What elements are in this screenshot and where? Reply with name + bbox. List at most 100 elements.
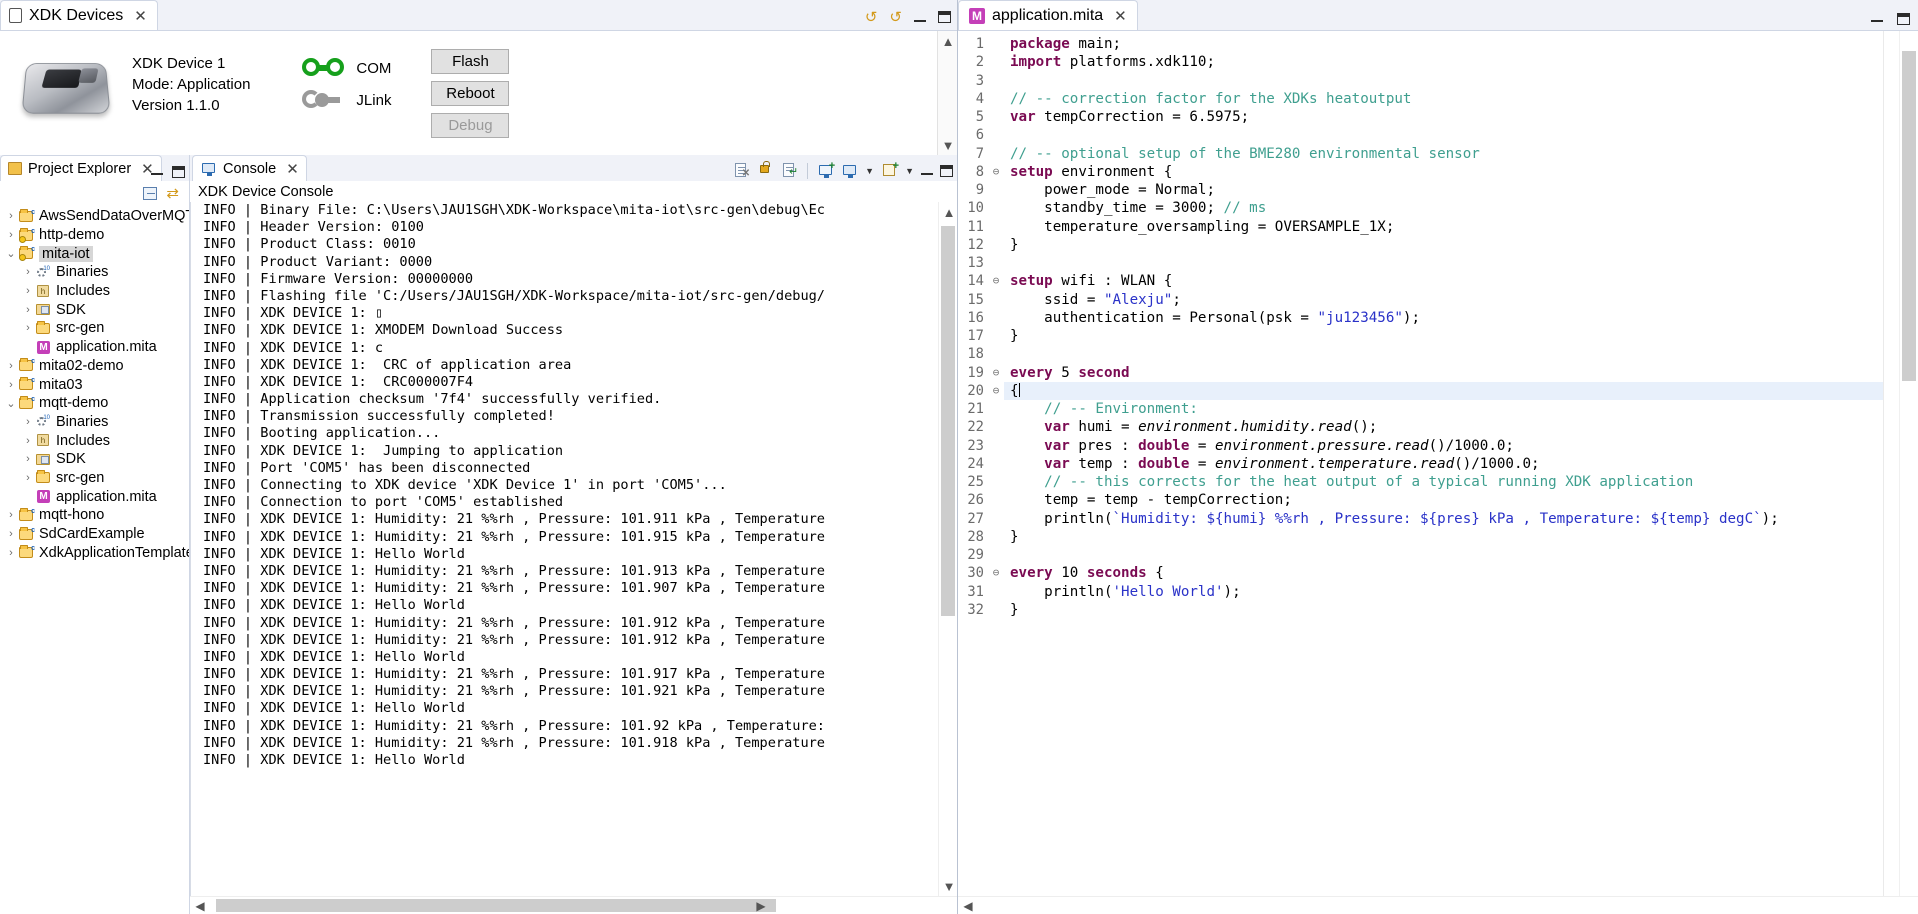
tree-expand-arrow[interactable]: › bbox=[21, 435, 35, 447]
tree-item-src-gen[interactable]: › src-gen bbox=[0, 319, 189, 338]
code-line[interactable] bbox=[1004, 72, 1883, 90]
tree-item-mqtt-hono[interactable]: › c mqtt-hono bbox=[0, 506, 189, 525]
tree-item-http-demo[interactable]: › c http-demo bbox=[0, 226, 189, 245]
tree-item-application-mita[interactable]: Mapplication.mita bbox=[0, 487, 189, 506]
code-line[interactable]: package main; bbox=[1004, 35, 1883, 53]
code-line[interactable]: every 10 seconds { bbox=[1004, 564, 1883, 582]
tree-expand-arrow[interactable]: › bbox=[4, 547, 18, 559]
folding-gutter[interactable]: ⊖ ⊖ ⊖ ⊖ ⊖ bbox=[988, 31, 1004, 896]
code-line[interactable] bbox=[1004, 126, 1883, 144]
open-console-icon[interactable] bbox=[841, 162, 858, 179]
tab-application-mita[interactable]: M application.mita ✕ bbox=[958, 0, 1138, 30]
scroll-up-icon[interactable]: ▲ bbox=[939, 202, 957, 222]
code-line[interactable]: import platforms.xdk110; bbox=[1004, 53, 1883, 71]
code-line[interactable]: var tempCorrection = 6.5975; bbox=[1004, 108, 1883, 126]
code-line[interactable] bbox=[1004, 254, 1883, 272]
maximize-icon[interactable] bbox=[172, 166, 185, 178]
code-line[interactable]: temperature_oversampling = OVERSAMPLE_1X… bbox=[1004, 218, 1883, 236]
tree-item-binaries[interactable]: › 10 Binaries bbox=[0, 413, 189, 432]
code-line[interactable]: // -- Environment: bbox=[1004, 400, 1883, 418]
refresh-devices-icon[interactable]: ↺ bbox=[865, 8, 878, 26]
tree-item-mqtt-demo[interactable]: ⌄ c mqtt-demo bbox=[0, 394, 189, 413]
chevron-down-icon-2[interactable]: ▼ bbox=[905, 166, 914, 176]
console-lines[interactable]: INFO | Binary File: C:\Users\JAU1SGH\XDK… bbox=[191, 202, 957, 769]
close-icon[interactable]: ✕ bbox=[134, 7, 147, 25]
code-line[interactable]: var temp : double = environment.temperat… bbox=[1004, 455, 1883, 473]
link-with-editor-icon[interactable]: ⇄ bbox=[166, 186, 179, 201]
tree-item-sdk[interactable]: › SDK bbox=[0, 450, 189, 469]
tree-item-awssenddataovermqtt[interactable]: › c AwsSendDataOverMQTT bbox=[0, 207, 189, 226]
editor-vertical-scrollbar[interactable] bbox=[1899, 31, 1918, 896]
tree-expand-arrow[interactable]: › bbox=[21, 266, 35, 278]
scroll-up-icon[interactable]: ▲ bbox=[938, 31, 958, 51]
tree-expand-arrow[interactable]: › bbox=[4, 210, 18, 222]
display-selected-console-icon[interactable]: + bbox=[817, 160, 835, 179]
xdk-view-scrollbar[interactable]: ▲ ▼ bbox=[937, 31, 957, 155]
tree-expand-arrow[interactable]: › bbox=[4, 229, 18, 241]
code-line[interactable]: { bbox=[1004, 381, 1883, 400]
tree-expand-arrow[interactable]: › bbox=[21, 416, 35, 428]
tree-item-src-gen[interactable]: › src-gen bbox=[0, 469, 189, 488]
pin-console-icon[interactable]: ↵ bbox=[781, 162, 798, 179]
code-line[interactable]: // -- this corrects for the heat output … bbox=[1004, 473, 1883, 491]
tree-item-sdk[interactable]: › SDK bbox=[0, 300, 189, 319]
code-line[interactable]: } bbox=[1004, 236, 1883, 254]
scroll-left-icon[interactable]: ◀ bbox=[190, 899, 210, 913]
code-line[interactable]: } bbox=[1004, 327, 1883, 345]
overview-ruler[interactable] bbox=[1883, 31, 1899, 896]
tree-item-application-mita[interactable]: Mapplication.mita bbox=[0, 338, 189, 357]
tree-item-mita03[interactable]: › c mita03 bbox=[0, 375, 189, 394]
tree-item-sdcardexample[interactable]: › c SdCardExample bbox=[0, 525, 189, 544]
tree-item-mita02-demo[interactable]: › c mita02-demo bbox=[0, 357, 189, 376]
code-line[interactable]: ssid = "Alexju"; bbox=[1004, 291, 1883, 309]
scroll-right-icon[interactable]: ▶ bbox=[751, 899, 771, 913]
tree-expand-arrow[interactable]: › bbox=[21, 304, 35, 316]
tree-expand-arrow[interactable]: › bbox=[21, 472, 35, 484]
code-line[interactable]: standby_time = 3000; // ms bbox=[1004, 199, 1883, 217]
scroll-left-icon[interactable]: ◀ bbox=[958, 899, 978, 913]
tree-expand-arrow[interactable]: ⌄ bbox=[4, 397, 18, 410]
tree-expand-arrow[interactable]: › bbox=[4, 360, 18, 372]
maximize-icon[interactable] bbox=[1897, 13, 1910, 25]
code-line[interactable]: println('Hello World'); bbox=[1004, 583, 1883, 601]
collapse-all-icon[interactable] bbox=[143, 186, 158, 200]
close-icon[interactable]: ✕ bbox=[286, 160, 299, 178]
tree-expand-arrow[interactable]: › bbox=[4, 528, 18, 540]
code-line[interactable]: } bbox=[1004, 528, 1883, 546]
code-line[interactable] bbox=[1004, 546, 1883, 564]
h-scroll-thumb[interactable] bbox=[216, 899, 776, 912]
tree-expand-arrow[interactable]: › bbox=[4, 509, 18, 521]
fold-toggle-icon[interactable]: ⊖ bbox=[988, 564, 1004, 582]
code-line[interactable]: setup wifi : WLAN { bbox=[1004, 272, 1883, 290]
new-console-view-icon[interactable]: + bbox=[881, 160, 899, 179]
tree-item-includes[interactable]: › h Includes bbox=[0, 282, 189, 301]
code-line[interactable]: every 5 second bbox=[1004, 364, 1883, 382]
tree-item-mita-iot[interactable]: ⌄ c mita-iot bbox=[0, 244, 189, 263]
tree-expand-arrow[interactable]: ⌄ bbox=[4, 247, 18, 260]
code-line[interactable]: // -- optional setup of the BME280 envir… bbox=[1004, 145, 1883, 163]
console-vertical-scrollbar[interactable]: ▲ ▼ bbox=[938, 202, 957, 896]
code-line[interactable]: var pres : double = environment.pressure… bbox=[1004, 437, 1883, 455]
code-line[interactable]: setup environment { bbox=[1004, 163, 1883, 181]
tree-item-xdkapplicationtemplate[interactable]: › c XdkApplicationTemplate bbox=[0, 543, 189, 562]
project-tree[interactable]: › c AwsSendDataOverMQTT › c http-demo ⌄ c mita-i… bbox=[0, 205, 189, 914]
tree-expand-arrow[interactable]: › bbox=[21, 453, 35, 465]
close-icon[interactable]: ✕ bbox=[1114, 7, 1127, 25]
chevron-down-icon[interactable]: ▼ bbox=[865, 166, 874, 176]
tab-project-explorer[interactable]: Project Explorer ✕ bbox=[0, 155, 162, 181]
reboot-button[interactable]: Reboot bbox=[431, 81, 510, 106]
tree-item-binaries[interactable]: › 10 Binaries bbox=[0, 263, 189, 282]
tree-expand-arrow[interactable]: › bbox=[4, 379, 18, 391]
code-area[interactable]: package main; import platforms.xdk110; //… bbox=[1004, 31, 1883, 896]
code-line[interactable]: println(`Humidity: ${humi} %%rh , Pressu… bbox=[1004, 510, 1883, 528]
minimize-icon[interactable] bbox=[914, 13, 926, 22]
editor-horizontal-scrollbar[interactable]: ◀ bbox=[958, 896, 1918, 914]
fold-toggle-icon[interactable]: ⊖ bbox=[988, 163, 1004, 181]
refresh-device-console-icon[interactable]: ↺ bbox=[889, 8, 902, 26]
maximize-icon[interactable] bbox=[940, 164, 953, 177]
minimize-icon[interactable] bbox=[921, 166, 933, 175]
tab-xdk-devices[interactable]: XDK Devices ✕ bbox=[0, 0, 158, 30]
scroll-thumb[interactable] bbox=[1902, 51, 1916, 381]
code-line[interactable]: var humi = environment.humidity.read(); bbox=[1004, 418, 1883, 436]
code-line[interactable] bbox=[1004, 345, 1883, 363]
